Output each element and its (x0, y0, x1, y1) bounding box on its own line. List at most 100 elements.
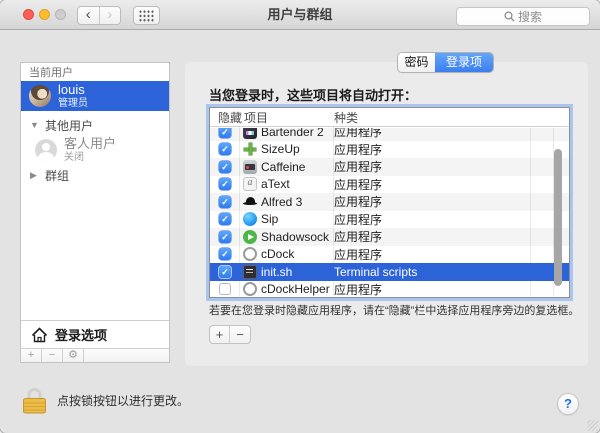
hide-checkbox[interactable]: ✓ (219, 178, 231, 190)
item-name: cDock (261, 247, 294, 261)
search-placeholder: 搜索 (518, 8, 542, 25)
item-kind: 应用程序 (334, 281, 569, 297)
hide-checkbox[interactable]: ✓ (219, 248, 231, 260)
groups-label: 群组 (45, 167, 69, 184)
home-icon (31, 327, 48, 343)
disclosure-open-icon[interactable]: ▼ (30, 120, 41, 130)
hide-checkbox[interactable]: ✓ (219, 196, 231, 208)
column-header-kind[interactable]: 种类 (334, 109, 358, 126)
item-name: SizeUp (261, 142, 300, 156)
add-user-button: + (21, 349, 42, 362)
column-header-hide[interactable]: 隐藏 (218, 109, 242, 126)
sidebar-item-guest-user[interactable]: 客人用户 关闭 (21, 135, 169, 165)
add-login-item-button[interactable]: + (210, 326, 230, 343)
item-name: Shadowsock (261, 230, 329, 244)
item-name: Bartender 2 (261, 128, 324, 139)
table-row[interactable]: ✓SizeUp应用程序 (210, 141, 569, 159)
login-items-panel: 当您登录时，这些项目将自动打开： 隐藏 项目 种类 ✓ Bartender 2 应用… (185, 62, 588, 366)
guest-user-status: 关闭 (64, 152, 116, 163)
sip-app-icon (243, 212, 257, 226)
current-user-header: 当前用户 (21, 63, 169, 83)
hide-cell (210, 283, 240, 295)
sidebar-item-current-user[interactable]: louis 管理员 (21, 81, 169, 111)
hide-cell: ✓ (210, 128, 240, 138)
other-users-group[interactable]: ▼ 其他用户 (21, 115, 169, 135)
item-name: init.sh (261, 265, 292, 279)
hide-checkbox[interactable]: ✓ (219, 213, 231, 225)
hide-checkbox[interactable]: ✓ (219, 161, 231, 173)
tab-login-items[interactable]: 登录项 (435, 53, 493, 72)
item-kind: 应用程序 (334, 211, 569, 228)
title-bar: ‹ › 用户与群组 搜索 (0, 0, 600, 30)
login-items-intro: 当您登录时，这些项目将自动打开： (209, 85, 417, 104)
item-kind: 应用程序 (334, 228, 569, 245)
vertical-scrollbar[interactable] (554, 149, 562, 286)
cdockhelper-app-icon (243, 282, 257, 296)
login-items-table-body: ✓ Bartender 2 应用程序 ✓ SizeUp 应用程序 ✓ Caffeine 应用程序… (210, 128, 569, 297)
item-kind: 应用程序 (334, 158, 569, 175)
item-cell: cDock (240, 247, 334, 261)
item-cell: Caffeine (240, 160, 334, 174)
hide-cell: ✓ (210, 161, 240, 173)
item-cell: Bartender 2 (240, 128, 334, 139)
hide-checkbox[interactable]: ✓ (219, 231, 231, 243)
table-row[interactable]: ✓ Alfred 3 应用程序 (210, 193, 569, 211)
initsh-app-icon (243, 265, 257, 279)
disclosure-closed-icon[interactable]: ▶ (30, 170, 41, 181)
hide-column-note: 若要在您登录时隐藏应用程序，请在“隐藏”栏中选择应用程序旁边的复选框。 (209, 302, 579, 318)
hide-cell: ✓ (210, 143, 240, 155)
alfred-app-icon (243, 195, 257, 209)
item-name: aText (261, 177, 290, 191)
search-input[interactable]: 搜索 (456, 7, 590, 26)
tab-password[interactable]: 密码 (398, 53, 435, 72)
item-kind: 应用程序 (334, 128, 569, 140)
item-cell: Alfred 3 (240, 195, 334, 209)
table-row[interactable]: ✓ Bartender 2 应用程序 (210, 128, 569, 141)
table-row[interactable]: ✓ init.sh Terminal scripts (210, 263, 569, 281)
hide-cell: ✓ (210, 196, 240, 208)
table-row[interactable]: ✓ Shadowsock 应用程序 (210, 228, 569, 246)
item-name: Sip (261, 212, 278, 226)
user-avatar (29, 85, 51, 107)
item-name: cDockHelper (261, 282, 330, 296)
table-row[interactable]: ✓cDock应用程序 (210, 246, 569, 264)
hide-cell: ✓ (210, 178, 240, 190)
table-row[interactable]: cDockHelper 应用程序 (210, 281, 569, 298)
guest-user-name: 客人用户 (64, 137, 116, 151)
item-kind: Terminal scripts (334, 265, 569, 279)
bartender-app-icon (243, 128, 257, 139)
sidebar-item-groups[interactable]: ▶ 群组 (21, 165, 169, 185)
resize-grip[interactable] (587, 420, 598, 431)
table-row[interactable]: ✓ Caffeine 应用程序 (210, 158, 569, 176)
current-user-role: 管理员 (58, 98, 88, 109)
hide-checkbox[interactable]: ✓ (219, 143, 231, 155)
help-button[interactable]: ? (557, 393, 579, 415)
item-cell: aText (240, 177, 334, 191)
item-kind: 应用程序 (334, 193, 569, 210)
item-cell: Shadowsock (240, 230, 334, 244)
user-list-sidebar: 当前用户 louis 管理员 ▼ 其他用户 客人用户 关闭 ▶ 群组 (20, 62, 170, 363)
column-header-item[interactable]: 项目 (244, 109, 268, 126)
lock-icon[interactable] (21, 385, 48, 415)
login-items-table: 隐藏 项目 种类 ✓ Bartender 2 应用程序 ✓ SizeUp 应用程序 ✓ Caf… (209, 107, 570, 298)
hide-checkbox[interactable]: ✓ (219, 128, 231, 138)
item-name: Caffeine (261, 160, 305, 174)
hide-checkbox[interactable]: ✓ (219, 266, 231, 278)
gear-icon: ⚙ (63, 349, 84, 362)
lock-message: 点按锁按钮以进行更改。 (57, 392, 189, 409)
item-cell: cDockHelper (240, 282, 334, 296)
table-row[interactable]: ✓ Sip 应用程序 (210, 211, 569, 229)
remove-login-item-button[interactable]: − (230, 326, 250, 343)
atext-app-icon (243, 177, 257, 191)
users-groups-window: ‹ › 用户与群组 搜索 密码 登录项 当前用户 louis 管理员 ▼ 其他用… (0, 0, 600, 433)
guest-avatar (35, 139, 57, 161)
item-cell: init.sh (240, 265, 334, 279)
item-name: Alfred 3 (261, 195, 302, 209)
sidebar-item-login-options[interactable]: 登录选项 (21, 320, 169, 348)
hide-cell: ✓ (210, 248, 240, 260)
table-row[interactable]: ✓aText应用程序 (210, 176, 569, 194)
search-icon (504, 11, 515, 22)
lock-bar: 点按锁按钮以进行更改。 (21, 385, 189, 415)
item-cell: Sip (240, 212, 334, 226)
hide-checkbox[interactable] (219, 283, 231, 295)
